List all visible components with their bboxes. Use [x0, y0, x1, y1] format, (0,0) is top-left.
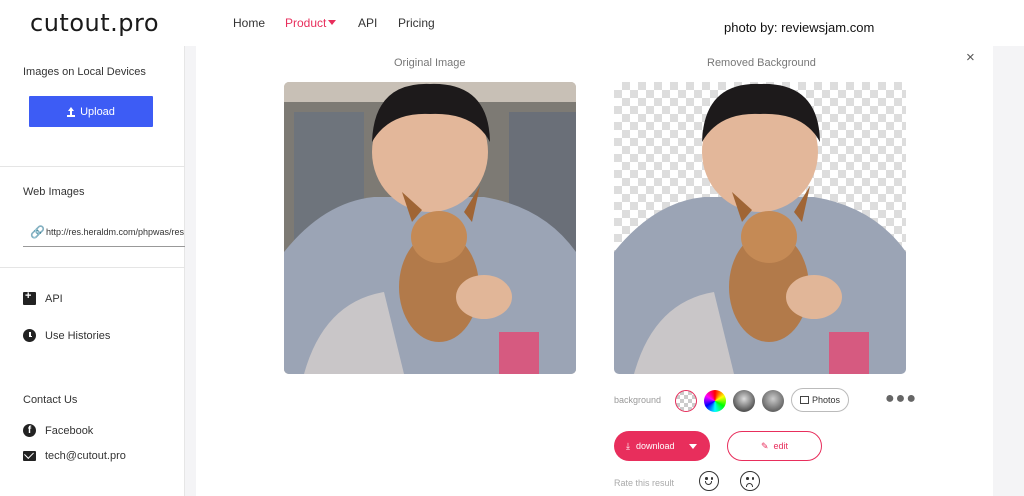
photos-label: Photos [811, 395, 841, 405]
clock-icon [23, 329, 36, 342]
web-images-heading: Web Images [23, 186, 85, 198]
sidebar-item-label: Use Histories [45, 329, 111, 342]
download-icon: ⤓ [626, 440, 630, 451]
nav-api[interactable]: API [358, 16, 377, 30]
sidebar-item-use-histories[interactable]: Use Histories [23, 329, 110, 342]
original-image [284, 82, 576, 374]
contact-heading: Contact Us [23, 394, 78, 406]
contact-email[interactable]: tech@cutout.pro [23, 450, 126, 462]
original-image-title: Original Image [394, 57, 466, 69]
contact-facebook[interactable]: f Facebook [23, 424, 93, 437]
edit-button[interactable]: ✎ edit [727, 431, 822, 461]
local-images-heading: Images on Local Devices [23, 66, 146, 78]
link-icon: 🔗 [30, 225, 45, 239]
image-icon [799, 396, 809, 404]
mail-icon [23, 451, 36, 461]
url-input[interactable] [46, 227, 184, 237]
upload-button[interactable]: Upload [29, 96, 153, 127]
facebook-icon: f [23, 424, 36, 437]
top-header: cutout.pro Home Product API Pricing phot… [0, 0, 1024, 46]
sidebar-item-label: API [45, 292, 63, 305]
edit-label: edit [773, 441, 789, 451]
happy-face-icon[interactable] [699, 471, 719, 491]
rate-label: Rate this result [614, 478, 675, 488]
color-picker-swatch[interactable] [704, 390, 726, 412]
download-label: download [635, 441, 675, 451]
removed-background-title: Removed Background [707, 57, 816, 69]
sidebar-divider [0, 267, 185, 268]
transparent-background-swatch[interactable] [675, 390, 697, 412]
contact-label: tech@cutout.pro [45, 450, 126, 462]
result-panel: Original Image Removed Background × back… [196, 46, 993, 496]
nav-home[interactable]: Home [233, 16, 265, 30]
api-plus-icon [23, 290, 36, 305]
close-icon[interactable]: × [966, 49, 975, 66]
nav-product-label: Product [285, 16, 327, 30]
photos-button[interactable]: Photos [791, 388, 849, 412]
sidebar-item-api[interactable]: API [23, 290, 63, 305]
image-background-swatch[interactable] [762, 390, 784, 412]
nav-pricing[interactable]: Pricing [398, 16, 435, 30]
upload-icon [67, 106, 76, 117]
chevron-down-icon [328, 20, 337, 25]
pencil-icon: ✎ [760, 440, 769, 451]
url-input-field[interactable]: 🔗 [23, 218, 185, 247]
photo-credit: photo by: reviewsjam.com [724, 20, 875, 35]
more-options-icon[interactable]: ●●● [885, 390, 917, 408]
removed-background-image [614, 82, 906, 374]
background-label: background [614, 395, 662, 405]
image-background-swatch[interactable] [733, 390, 755, 412]
contact-label: Facebook [45, 424, 94, 437]
upload-label: Upload [80, 105, 115, 118]
sad-face-icon[interactable] [740, 471, 760, 491]
download-button[interactable]: ⤓ download [614, 431, 710, 461]
chevron-down-icon[interactable] [689, 444, 697, 449]
sidebar-divider [0, 166, 185, 167]
nav-product[interactable]: Product [285, 16, 337, 30]
sidebar: Images on Local Devices Upload Web Image… [0, 46, 185, 496]
logo[interactable]: cutout.pro [30, 9, 159, 37]
